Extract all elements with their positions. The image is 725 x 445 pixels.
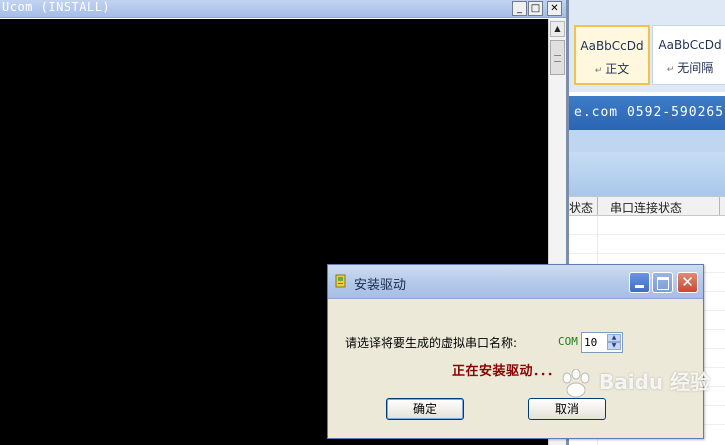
style-name-label: 无间隔 bbox=[677, 61, 714, 75]
toolbar-strip bbox=[568, 130, 725, 152]
table-header-row: 状态 串口连接状态 bbox=[568, 196, 725, 216]
style-sample-text: AaBbCcDd bbox=[580, 39, 644, 53]
maximize-button[interactable] bbox=[652, 272, 673, 293]
com-port-input[interactable] bbox=[584, 335, 606, 350]
spin-down-arrow-icon[interactable]: ▼ bbox=[607, 342, 621, 350]
column-header-status[interactable]: 状态 bbox=[569, 199, 593, 216]
com-port-stepper[interactable]: ▲ ▼ bbox=[581, 332, 623, 353]
paw-logo-icon bbox=[562, 368, 590, 397]
window-app-icon bbox=[335, 274, 346, 288]
spin-up-arrow-icon[interactable]: ▲ bbox=[607, 334, 621, 342]
com-prefix-label: COM bbox=[558, 335, 578, 348]
console-title-bar[interactable]: Ucom (INSTALL) _ □ ✕ bbox=[0, 0, 566, 18]
baidu-watermark: Baidu 经验 bbox=[558, 366, 710, 399]
style-name-label: 正文 bbox=[605, 62, 630, 76]
style-normal[interactable]: AaBbCcDd ↵ 正文 bbox=[574, 25, 650, 85]
cancel-button[interactable]: 取消 bbox=[528, 398, 606, 420]
install-status-text: 正在安装驱动．．． bbox=[452, 364, 561, 379]
close-button[interactable]: ✕ bbox=[677, 272, 698, 293]
dialog-title-bar[interactable]: 安装驱动 ✕ bbox=[328, 265, 703, 299]
install-driver-dialog: 安装驱动 ✕ 请选译将要生成的虚拟串口名称: COM ▲ ▼ 正在安装驱动．．．… bbox=[327, 264, 704, 439]
console-title: Ucom (INSTALL) bbox=[2, 0, 111, 14]
column-divider bbox=[597, 197, 598, 215]
ok-button[interactable]: 确定 bbox=[386, 398, 464, 420]
paragraph-mark-icon: ↵ bbox=[594, 66, 603, 76]
console-close-button[interactable]: ✕ bbox=[547, 1, 562, 16]
scroll-thumb[interactable] bbox=[550, 40, 565, 75]
minimize-button[interactable] bbox=[629, 272, 650, 293]
scroll-up-arrow-icon[interactable]: ▲ bbox=[550, 21, 565, 37]
dialog-title: 安装驱动 bbox=[354, 278, 407, 293]
column-header-port-status[interactable]: 串口连接状态 bbox=[610, 199, 682, 216]
column-divider bbox=[719, 197, 720, 215]
paragraph-mark-icon: ↵ bbox=[666, 65, 675, 75]
port-name-prompt: 请选译将要生成的虚拟串口名称: bbox=[345, 336, 518, 350]
styles-gallery: AaBbCcDd ↵ 正文 AaBbCcDd ↵ 无间隔 bbox=[568, 0, 725, 92]
console-maximize-button[interactable]: □ bbox=[528, 1, 543, 16]
style-no-spacing[interactable]: AaBbCcDd ↵ 无间隔 bbox=[652, 25, 725, 85]
watermark-text: Baidu 经验 bbox=[598, 370, 711, 394]
banner-text: e.com 0592-590265 bbox=[574, 105, 725, 120]
company-banner: e.com 0592-590265 bbox=[568, 96, 725, 130]
console-minimize-button[interactable]: _ bbox=[512, 1, 527, 16]
toolbar-strip-lower bbox=[568, 152, 725, 196]
style-sample-text: AaBbCcDd bbox=[658, 38, 722, 52]
